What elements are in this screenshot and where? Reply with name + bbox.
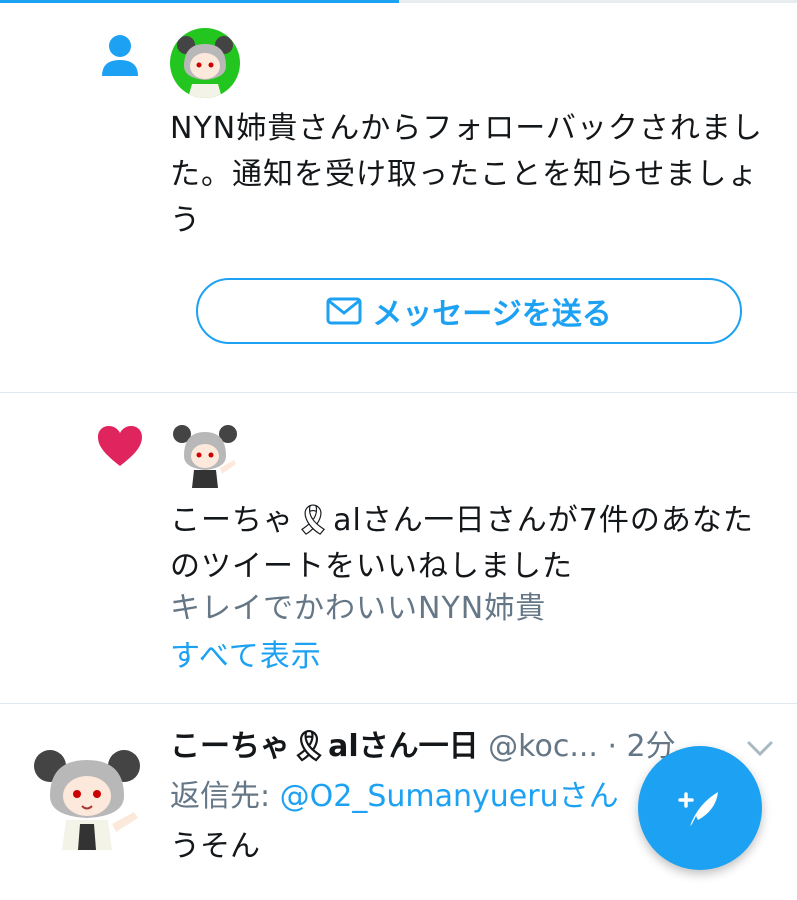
envelope-icon	[326, 297, 362, 325]
tweet-body: うそん	[170, 829, 260, 864]
compose-feather-icon	[678, 792, 718, 826]
handle: @koc...	[488, 729, 598, 764]
avatar[interactable]	[170, 28, 240, 98]
liked-tweet-preview: キレイでかわいいNYN姉貴	[170, 591, 547, 626]
avatar[interactable]	[170, 420, 240, 490]
reply-target-link[interactable]: @O2_Sumanyueruさん	[280, 779, 619, 814]
send-message-label: メッセージを送る	[372, 297, 612, 332]
reply-label: 返信先:	[170, 779, 271, 814]
display-name[interactable]: こーちゃ🎗alさん一日	[170, 729, 479, 764]
loading-progress	[0, 0, 399, 3]
divider	[0, 703, 797, 704]
person-icon	[102, 35, 138, 76]
reply-context: 返信先: @O2_Sumanyueruさん	[170, 772, 619, 822]
notification-text: NYN姉貴さんからフォローバックされました。通知を受け取ったことを知らせましょう	[170, 111, 763, 238]
tweet-header: こーちゃ🎗alさん一日 @koc... · 2分	[170, 722, 730, 772]
send-message-button[interactable]: メッセージを送る	[196, 278, 742, 344]
notification-text: こーちゃ🎗alさん一日さんが7件のあなたのツイートをいいねしました	[170, 503, 754, 584]
heart-icon	[98, 426, 142, 466]
chevron-down-icon[interactable]	[746, 740, 774, 758]
loading-bar	[0, 0, 797, 3]
show-all-link[interactable]: すべて表示	[170, 634, 770, 680]
divider	[0, 392, 797, 393]
tweet-avatar[interactable]	[30, 738, 144, 852]
compose-tweet-button[interactable]	[638, 746, 762, 870]
